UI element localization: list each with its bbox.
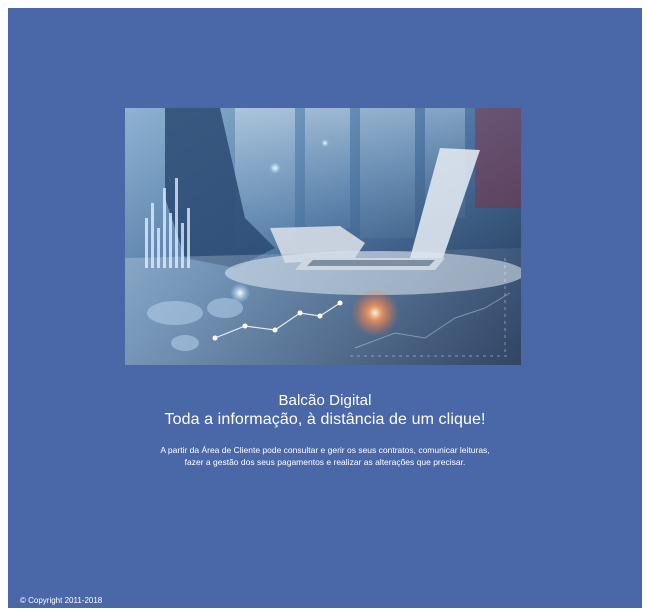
hero-image — [125, 108, 521, 365]
tagline: Toda a informação, à distância de um cli… — [164, 411, 486, 428]
description-line: A partir da Área de Cliente pode consult… — [160, 445, 490, 455]
title-block: Balcão Digital Toda a informação, à dist… — [8, 392, 642, 430]
app-name: Balcão Digital — [278, 392, 372, 409]
description-line: fazer a gestão dos seus pagamentos e rea… — [184, 457, 466, 467]
business-laptop-illustration — [125, 108, 521, 365]
main-panel: Balcão Digital Toda a informação, à dist… — [8, 8, 642, 608]
description: A partir da Área de Cliente pode consult… — [88, 444, 562, 468]
copyright-text: © Copyright 2011-2018 — [20, 596, 103, 605]
